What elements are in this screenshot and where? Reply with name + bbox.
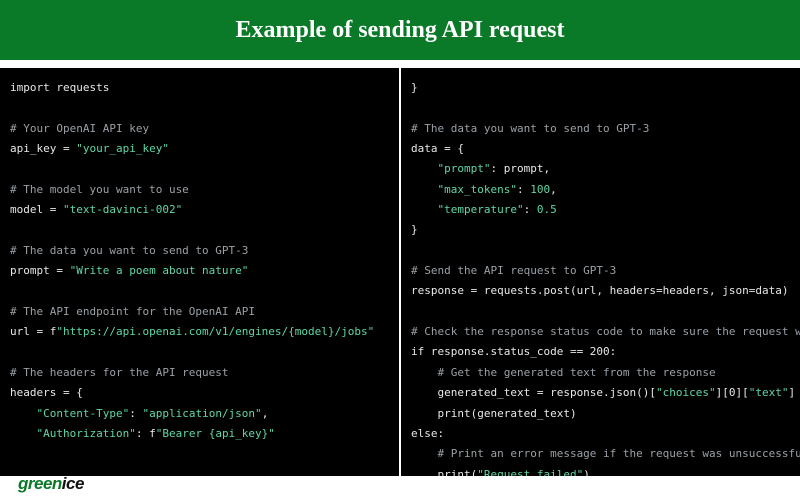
code-line: : xyxy=(129,407,142,420)
code-comment: # The API endpoint for the OpenAI API xyxy=(10,305,255,318)
code-comment: # The headers for the API request xyxy=(10,366,229,379)
code-comment: # Your OpenAI API key xyxy=(10,122,149,135)
code-line: : f xyxy=(136,427,156,440)
code-string: "your_api_key" xyxy=(76,142,169,155)
code-string: "Request failed" xyxy=(477,468,583,476)
code-line: ) xyxy=(583,468,590,476)
code-string: "https://api.openai.com/v1/engines/{mode… xyxy=(56,325,374,338)
code-line: url = f xyxy=(10,325,56,338)
code-comment: # Send the API request to GPT-3 xyxy=(411,264,616,277)
code-column-left: import requests # Your OpenAI API key ap… xyxy=(0,68,400,476)
code-line: } xyxy=(411,81,418,94)
code-comment: # Get the generated text from the respon… xyxy=(411,366,716,379)
code-line: model = xyxy=(10,203,63,216)
code-line: , xyxy=(550,183,557,196)
code-line: import requests xyxy=(10,81,109,94)
header-bar: Example of sending API request xyxy=(0,0,800,60)
page-title: Example of sending API request xyxy=(236,17,565,44)
code-line: print( xyxy=(411,468,477,476)
code-comment: # The data you want to send to GPT-3 xyxy=(10,244,248,257)
code-string: "Bearer {api_key}" xyxy=(156,427,275,440)
code-string: "Authorization" xyxy=(10,427,136,440)
code-string: "prompt" xyxy=(411,162,490,175)
code-line: print(generated_text) xyxy=(411,407,577,420)
code-line: : xyxy=(524,203,537,216)
code-comment: # The data you want to send to GPT-3 xyxy=(411,122,649,135)
code-number: 0.5 xyxy=(537,203,557,216)
code-line: , xyxy=(262,407,269,420)
brand-logo-part-black: ice xyxy=(62,474,84,493)
code-line: api_key = xyxy=(10,142,76,155)
code-comment: # Print an error message if the request … xyxy=(411,447,800,460)
brand-logo: greenice xyxy=(18,474,84,494)
code-line: ] xyxy=(789,386,796,399)
code-line: } xyxy=(411,223,418,236)
code-string: "Content-Type" xyxy=(10,407,129,420)
code-line: ][0][ xyxy=(716,386,749,399)
code-string: "text" xyxy=(749,386,789,399)
code-comment: # Check the response status code to make… xyxy=(411,325,800,338)
brand-logo-part-green: green xyxy=(18,474,62,493)
code-line: headers = { xyxy=(10,386,83,399)
code-line: else: xyxy=(411,427,444,440)
code-line: : prompt, xyxy=(490,162,550,175)
code-number: 100 xyxy=(530,183,550,196)
code-string: "temperature" xyxy=(411,203,524,216)
code-column-right: } # The data you want to send to GPT-3 d… xyxy=(400,68,800,476)
code-line: prompt = xyxy=(10,264,70,277)
code-string: "application/json" xyxy=(142,407,261,420)
code-string: "choices" xyxy=(656,386,716,399)
code-line: response = requests.post(url, headers=he… xyxy=(411,284,789,297)
code-line: generated_text = response.json()[ xyxy=(411,386,656,399)
code-line: data = { xyxy=(411,142,464,155)
code-line: : xyxy=(517,183,530,196)
code-comment: # The model you want to use xyxy=(10,183,189,196)
code-string: "Write a poem about nature" xyxy=(70,264,249,277)
code-string: "text-davinci-002" xyxy=(63,203,182,216)
code-area: import requests # Your OpenAI API key ap… xyxy=(0,68,800,476)
code-line: if response.status_code == 200: xyxy=(411,345,616,358)
code-string: "max_tokens" xyxy=(411,183,517,196)
